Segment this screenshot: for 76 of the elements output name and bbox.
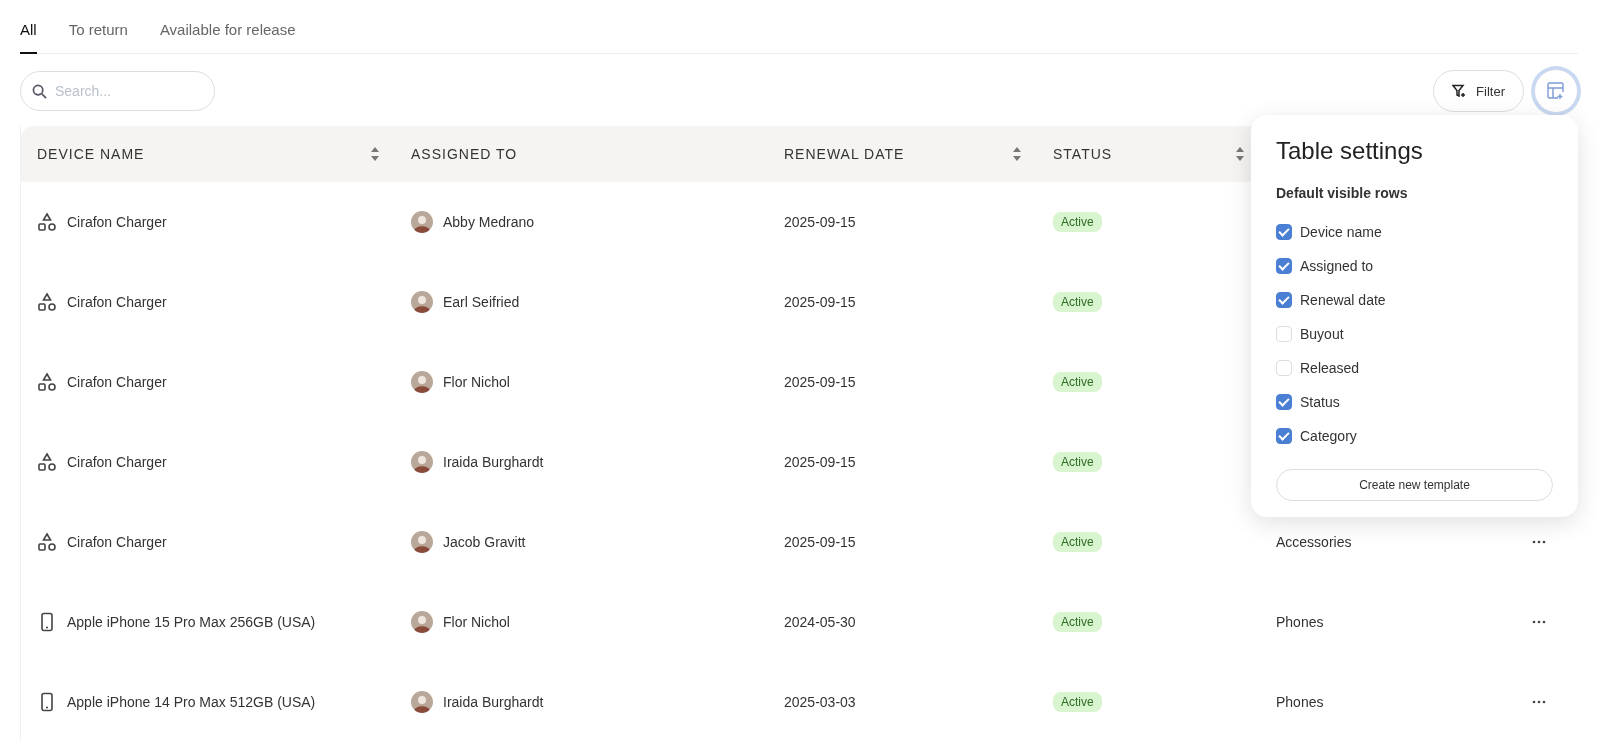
status-badge: Active — [1053, 452, 1102, 472]
sort-icon[interactable] — [1013, 147, 1021, 161]
device-name: Cirafon Charger — [67, 454, 167, 470]
device-name: Cirafon Charger — [67, 534, 167, 550]
shapes-icon — [37, 532, 57, 552]
create-template-button[interactable]: Create new template — [1276, 469, 1553, 501]
checkbox[interactable] — [1276, 292, 1292, 308]
category: Accessories — [1276, 534, 1352, 550]
device-name: Apple iPhone 15 Pro Max 256GB (USA) — [67, 614, 316, 630]
more-icon[interactable] — [1532, 700, 1546, 704]
device-name: Cirafon Charger — [67, 214, 167, 230]
renewal-date: 2025-09-15 — [784, 214, 856, 230]
tab[interactable]: Available for release — [159, 21, 296, 54]
status-badge: Active — [1053, 612, 1102, 632]
more-icon[interactable] — [1532, 540, 1546, 544]
device-name: Cirafon Charger — [67, 374, 167, 390]
table-add-icon — [1547, 82, 1565, 100]
avatar-icon — [411, 531, 433, 553]
search-field[interactable]: Search... — [20, 71, 215, 111]
option-label[interactable]: Status — [1300, 394, 1340, 410]
assignee-name: Flor Nichol — [443, 614, 510, 630]
avatar-icon — [411, 371, 433, 393]
status-badge: Active — [1053, 292, 1102, 312]
status-badge: Active — [1053, 692, 1102, 712]
popover-title: Table settings — [1276, 137, 1424, 165]
avatar-icon — [411, 291, 433, 313]
option-label[interactable]: Renewal date — [1300, 292, 1386, 308]
sort-icon[interactable] — [1236, 147, 1244, 161]
tab[interactable]: To return — [68, 21, 128, 54]
shapes-icon — [37, 292, 57, 312]
device-name: Cirafon Charger — [67, 294, 167, 310]
renewal-date: 2025-03-03 — [784, 694, 856, 710]
renewal-date: 2025-09-15 — [784, 454, 856, 470]
avatar-icon — [411, 691, 433, 713]
checkbox[interactable] — [1276, 224, 1292, 240]
renewal-date: 2024-05-30 — [784, 614, 856, 630]
assignee-name: Iraida Burghardt — [443, 694, 544, 710]
checkbox[interactable] — [1276, 258, 1292, 274]
column-header[interactable]: RENEWAL DATE — [784, 146, 905, 162]
option-label[interactable]: Buyout — [1300, 326, 1344, 342]
shapes-icon — [37, 372, 57, 392]
device-name: Apple iPhone 14 Pro Max 512GB (USA) — [67, 694, 316, 710]
table-settings-button[interactable] — [1534, 69, 1578, 113]
avatar-icon — [411, 451, 433, 473]
filter-icon — [1452, 84, 1467, 98]
option-label[interactable]: Device name — [1300, 224, 1382, 240]
assignee-name: Abby Medrano — [443, 214, 535, 230]
sort-icon[interactable] — [371, 147, 379, 161]
option-label[interactable]: Released — [1300, 360, 1360, 376]
renewal-date: 2025-09-15 — [784, 374, 856, 390]
option-label[interactable]: Assigned to — [1300, 258, 1374, 274]
status-badge: Active — [1053, 532, 1102, 552]
tab[interactable]: All — [20, 21, 37, 54]
shapes-icon — [37, 452, 57, 472]
assignee-name: Jacob Gravitt — [443, 534, 526, 550]
filter-button[interactable]: Filter — [1433, 70, 1524, 112]
more-icon[interactable] — [1532, 620, 1546, 624]
category: Phones — [1276, 614, 1324, 630]
renewal-date: 2025-09-15 — [784, 294, 856, 310]
popover-subtitle: Default visible rows — [1276, 185, 1409, 201]
avatar-icon — [411, 211, 433, 233]
checkbox[interactable] — [1276, 428, 1292, 444]
assignee-name: Earl Seifried — [443, 294, 520, 310]
checkbox[interactable] — [1276, 394, 1292, 410]
option-label[interactable]: Category — [1300, 428, 1357, 444]
column-header[interactable]: DEVICE NAME — [37, 146, 145, 162]
shapes-icon — [37, 212, 57, 232]
column-header[interactable]: STATUS — [1053, 146, 1113, 162]
category: Phones — [1276, 694, 1324, 710]
status-badge: Active — [1053, 372, 1102, 392]
renewal-date: 2025-09-15 — [784, 534, 856, 550]
assignee-name: Flor Nichol — [443, 374, 510, 390]
assignee-name: Iraida Burghardt — [443, 454, 544, 470]
status-badge: Active — [1053, 212, 1102, 232]
column-header[interactable]: ASSIGNED TO — [411, 146, 518, 162]
avatar-icon — [411, 611, 433, 633]
